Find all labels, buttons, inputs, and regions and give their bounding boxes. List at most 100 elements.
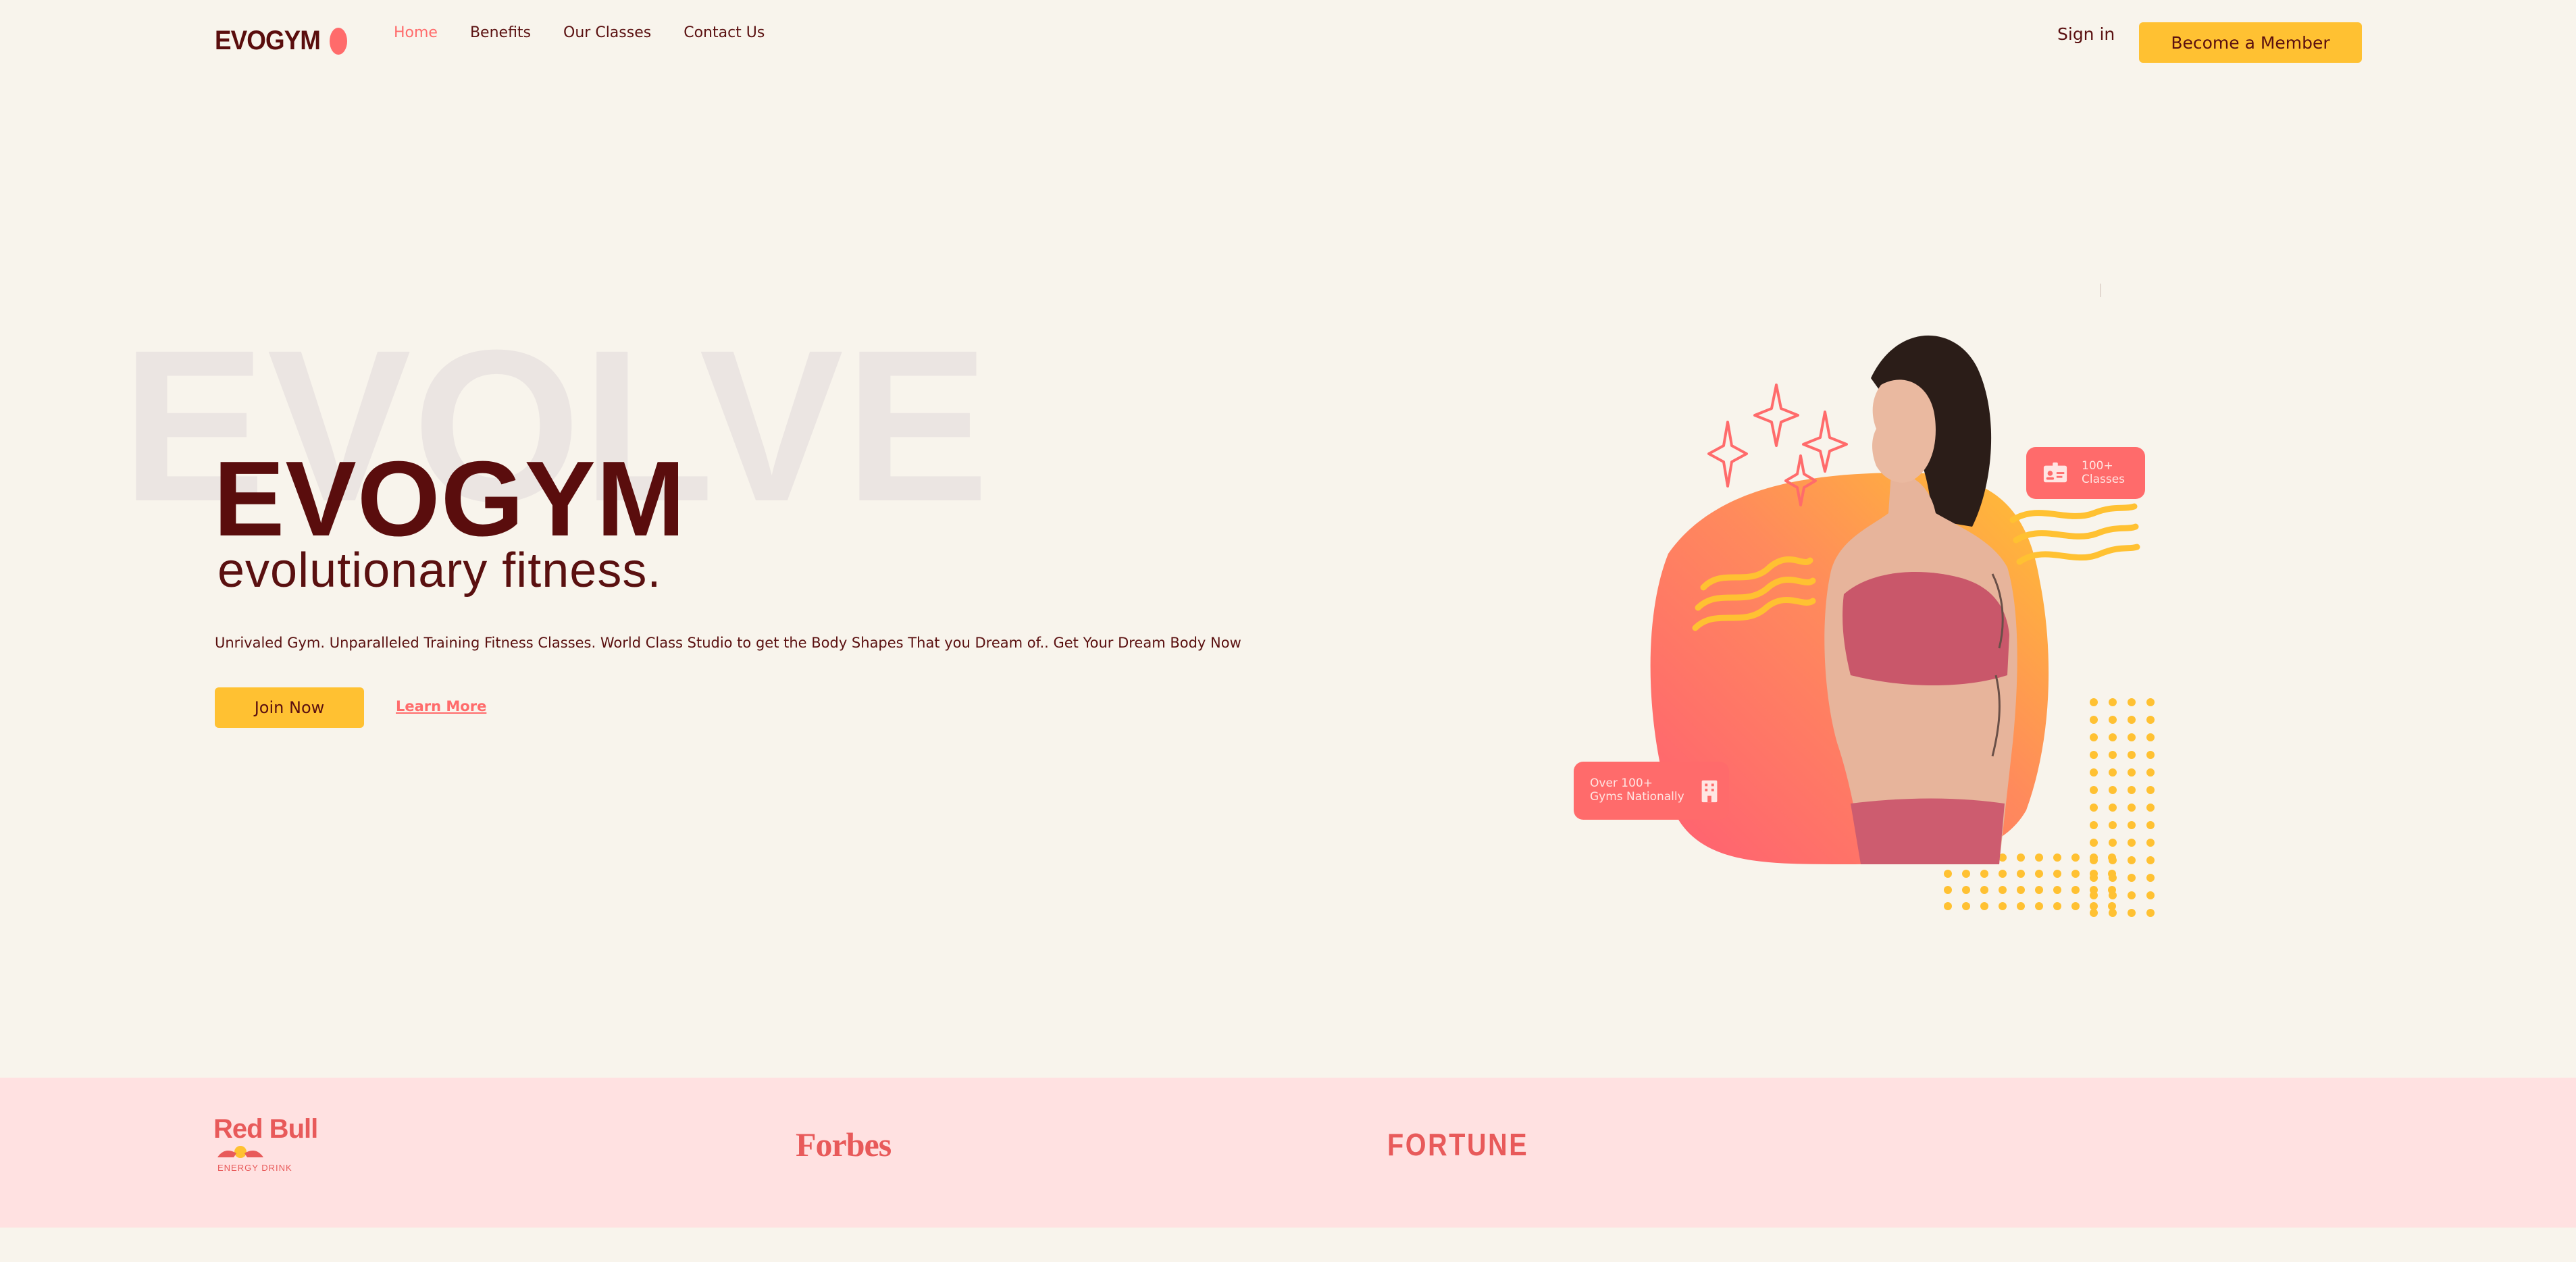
pattern-dot [2128, 821, 2136, 829]
pattern-dot [2035, 902, 2043, 910]
pattern-dot [2128, 733, 2136, 741]
classes-badge-line1: 100+ [2082, 458, 2113, 473]
pattern-dot [2035, 853, 2043, 862]
pattern-dot [2090, 804, 2098, 812]
nav-link-home[interactable]: Home [394, 24, 438, 41]
gyms-badge: Over 100+ Gyms Nationally [1574, 762, 1729, 820]
pattern-dot [1962, 886, 1970, 894]
pattern-dot [1980, 870, 1988, 878]
pattern-dot [2109, 716, 2117, 724]
pattern-dot [2090, 839, 2098, 847]
learn-more-link[interactable]: Learn More [396, 698, 486, 714]
pattern-dot [2053, 870, 2061, 878]
pattern-dot [2146, 804, 2155, 812]
pattern-dot [2090, 886, 2098, 894]
pattern-dot [1999, 902, 2007, 910]
pattern-dot [2109, 733, 2117, 741]
classes-badge-line2: Classes [2082, 472, 2126, 486]
classes-badge: 100+ Classes [2026, 447, 2145, 499]
pattern-dot [2035, 870, 2043, 878]
gyms-badge-line2: Gyms Nationally [1590, 790, 1684, 804]
pattern-dot [2108, 870, 2116, 878]
pattern-dot [2090, 786, 2098, 794]
redbull-name: Red Bull [213, 1114, 318, 1144]
logo-text: EVOGYM [215, 26, 321, 55]
pattern-dot [2071, 870, 2080, 878]
gyms-badge-text: Over 100+ Gyms Nationally [1590, 777, 1684, 804]
pattern-dot [2128, 716, 2136, 724]
pattern-dot [2146, 733, 2155, 741]
pattern-dot [2053, 853, 2061, 862]
pattern-dot [2146, 716, 2155, 724]
pattern-dot [2017, 886, 2025, 894]
pattern-dot [2146, 768, 2155, 777]
pattern-dot [2146, 821, 2155, 829]
building-icon [1701, 780, 1718, 803]
pattern-dot [2146, 698, 2155, 706]
pattern-dot [2108, 886, 2116, 894]
pattern-dot [2146, 839, 2155, 847]
hero-subtitle: evolutionary fitness. [217, 544, 662, 598]
pattern-dot [2053, 886, 2061, 894]
athlete-figure [1824, 335, 2017, 864]
pattern-dot [1999, 886, 2007, 894]
id-card-icon [2043, 462, 2067, 482]
pattern-dot [2109, 698, 2117, 706]
classes-badge-text: 100+ Classes [2082, 458, 2126, 486]
sponsor-fortune-logo: FORTUNE [1387, 1127, 1529, 1162]
pattern-dot [2108, 853, 2116, 862]
pattern-dot [2128, 751, 2136, 759]
pattern-dot [2146, 856, 2155, 864]
pattern-dot [2146, 909, 2155, 917]
pattern-dot [2108, 902, 2116, 910]
pattern-dot [2128, 874, 2136, 882]
pattern-dot [2053, 902, 2061, 910]
pattern-dot [2071, 902, 2080, 910]
pattern-dot [1962, 870, 1970, 878]
pattern-dot [2128, 804, 2136, 812]
pattern-dot [2017, 870, 2025, 878]
pattern-dot [2128, 909, 2136, 917]
pattern-dot [2109, 768, 2117, 777]
pattern-dot [2128, 891, 2136, 899]
pattern-dot [2109, 839, 2117, 847]
nav-link-benefits[interactable]: Benefits [470, 24, 531, 41]
page-bottom-strip [0, 1228, 2576, 1262]
pattern-dot [2146, 786, 2155, 794]
pattern-dot [2128, 698, 2136, 706]
sign-in-link[interactable]: Sign in [2057, 24, 2115, 44]
pattern-dot [2128, 786, 2136, 794]
logo[interactable]: EVOGYM [215, 26, 347, 56]
pattern-dot [2090, 716, 2098, 724]
pattern-dot [2109, 804, 2117, 812]
pattern-dot [2128, 768, 2136, 777]
join-now-button[interactable]: Join Now [215, 687, 364, 728]
pattern-dot [2109, 821, 2117, 829]
pattern-dot [2146, 874, 2155, 882]
pattern-dot [1962, 902, 1970, 910]
hero-title: EVOGYM [213, 440, 686, 558]
sponsor-forbes-logo: Forbes [796, 1126, 892, 1163]
pattern-dot [2090, 821, 2098, 829]
pattern-dot [1944, 902, 1952, 910]
pattern-dot [2090, 751, 2098, 759]
pattern-dot [1944, 886, 1952, 894]
pattern-dot [2128, 856, 2136, 864]
pattern-dot [2090, 698, 2098, 706]
pattern-dot [2071, 886, 2080, 894]
pattern-dot [2071, 853, 2080, 862]
wave-lines-right [2009, 503, 2140, 565]
pattern-dot [2017, 853, 2025, 862]
pattern-dot [2128, 839, 2136, 847]
nav-link-contact-us[interactable]: Contact Us [684, 24, 765, 41]
pattern-dot [2090, 853, 2098, 862]
nav-link-our-classes[interactable]: Our Classes [563, 24, 651, 41]
sponsors-band: Red Bull ENERGY DRINK Forbes FORTUNE [0, 1078, 2576, 1228]
pattern-dot [2090, 870, 2098, 878]
pattern-dot [2146, 891, 2155, 899]
become-member-button[interactable]: Become a Member [2139, 22, 2362, 63]
hero-illustration [1650, 284, 2155, 917]
pattern-dot [2109, 786, 2117, 794]
pattern-dot [2035, 886, 2043, 894]
gyms-badge-line1: Over 100+ [1590, 777, 1653, 791]
